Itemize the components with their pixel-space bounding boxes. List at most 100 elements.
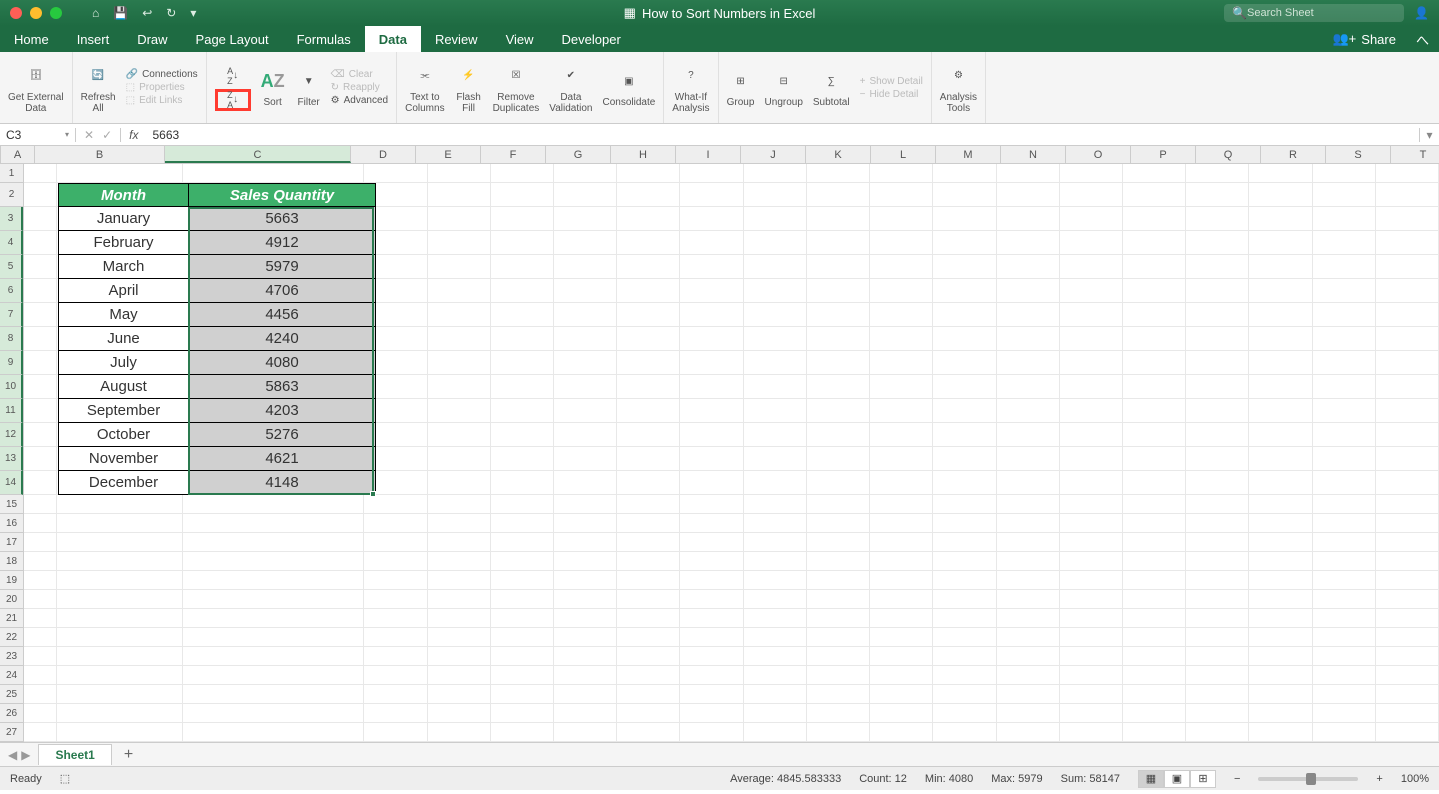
row-header-27[interactable]: 27 — [0, 723, 23, 742]
whatif-button[interactable]: ?What-If Analysis — [672, 62, 709, 114]
column-header-H[interactable]: H — [611, 146, 676, 163]
row-header-18[interactable]: 18 — [0, 552, 23, 571]
row-header-22[interactable]: 22 — [0, 628, 23, 647]
row-header-4[interactable]: 4 — [0, 231, 23, 255]
redo-icon[interactable]: ↻ — [166, 6, 176, 20]
sort-ascending-button[interactable]: AZ↓ — [215, 65, 251, 87]
tab-review[interactable]: Review — [421, 26, 492, 52]
collapse-ribbon-icon[interactable]: へ — [1406, 26, 1439, 52]
row-header-3[interactable]: 3 — [0, 207, 23, 231]
filter-button[interactable]: ▼ Filter — [295, 67, 323, 108]
cancel-formula-icon[interactable]: ✕ — [84, 128, 94, 142]
share-button[interactable]: 👥+ Share — [1323, 26, 1406, 52]
row-header-24[interactable]: 24 — [0, 666, 23, 685]
row-header-15[interactable]: 15 — [0, 495, 23, 514]
column-header-Q[interactable]: Q — [1196, 146, 1261, 163]
sheet-tab-sheet1[interactable]: Sheet1 — [38, 744, 111, 765]
row-header-17[interactable]: 17 — [0, 533, 23, 552]
minimize-window-icon[interactable] — [30, 7, 42, 19]
column-header-A[interactable]: A — [1, 146, 35, 163]
namebox-dropdown-icon[interactable]: ▾ — [65, 130, 69, 139]
cell-qty[interactable]: 4240 — [189, 327, 375, 350]
tab-data[interactable]: Data — [365, 26, 421, 52]
formula-input[interactable]: 5663 — [146, 128, 1419, 142]
column-header-R[interactable]: R — [1261, 146, 1326, 163]
tab-page-layout[interactable]: Page Layout — [182, 26, 283, 52]
search-sheet-box[interactable]: 🔍 — [1224, 4, 1404, 22]
text-to-columns-button[interactable]: ⫘Text to Columns — [405, 62, 444, 114]
save-icon[interactable]: 💾 — [113, 6, 128, 20]
cell-qty[interactable]: 5276 — [189, 423, 375, 446]
row-header-10[interactable]: 10 — [0, 375, 23, 399]
sheet-nav-prev-icon[interactable]: ◀ — [8, 748, 17, 762]
column-header-B[interactable]: B — [35, 146, 165, 163]
spreadsheet-grid[interactable]: ABCDEFGHIJKLMNOPQRST 1234567891011121314… — [0, 146, 1439, 742]
analysis-tools-button[interactable]: ⚙Analysis Tools — [940, 62, 977, 114]
cell-month[interactable]: March — [59, 255, 189, 278]
row-header-16[interactable]: 16 — [0, 514, 23, 533]
row-header-2[interactable]: 2 — [0, 183, 23, 207]
qat-more-icon[interactable]: ▾ — [190, 6, 196, 20]
zoom-slider[interactable] — [1258, 777, 1358, 781]
clear-filter-button[interactable]: ⌫Clear — [331, 69, 373, 80]
row-header-23[interactable]: 23 — [0, 647, 23, 666]
close-window-icon[interactable] — [10, 7, 22, 19]
cell-month[interactable]: September — [59, 399, 189, 422]
column-header-I[interactable]: I — [676, 146, 741, 163]
column-header-E[interactable]: E — [416, 146, 481, 163]
cell-qty[interactable]: 4080 — [189, 351, 375, 374]
row-header-26[interactable]: 26 — [0, 704, 23, 723]
tab-developer[interactable]: Developer — [548, 26, 635, 52]
column-header-S[interactable]: S — [1326, 146, 1391, 163]
normal-view-button[interactable]: ▦ — [1138, 770, 1164, 788]
cell-qty[interactable]: 5863 — [189, 375, 375, 398]
tab-formulas[interactable]: Formulas — [283, 26, 365, 52]
cell-qty[interactable]: 4912 — [189, 231, 375, 254]
search-input[interactable] — [1247, 7, 1396, 19]
cell-month[interactable]: November — [59, 447, 189, 470]
advanced-filter-button[interactable]: ⚙Advanced — [331, 95, 388, 106]
column-header-F[interactable]: F — [481, 146, 546, 163]
row-header-14[interactable]: 14 — [0, 471, 23, 495]
cell-qty[interactable]: 4203 — [189, 399, 375, 422]
row-header-7[interactable]: 7 — [0, 303, 23, 327]
column-header-K[interactable]: K — [806, 146, 871, 163]
zoom-in-button[interactable]: + — [1376, 773, 1382, 785]
row-header-13[interactable]: 13 — [0, 447, 23, 471]
cell-qty[interactable]: 5663 — [189, 207, 375, 230]
tab-draw[interactable]: Draw — [123, 26, 181, 52]
data-validation-button[interactable]: ✔Data Validation — [549, 62, 592, 114]
add-sheet-button[interactable]: + — [112, 746, 145, 764]
cell-month[interactable]: April — [59, 279, 189, 302]
expand-formula-bar-icon[interactable]: ▾ — [1419, 128, 1439, 142]
sheet-nav-next-icon[interactable]: ▶ — [21, 748, 30, 762]
show-detail-button[interactable]: +Show Detail — [860, 76, 923, 87]
page-break-view-button[interactable]: ⊞ — [1190, 770, 1216, 788]
cell-month[interactable]: June — [59, 327, 189, 350]
row-header-25[interactable]: 25 — [0, 685, 23, 704]
row-header-21[interactable]: 21 — [0, 609, 23, 628]
cell-month[interactable]: July — [59, 351, 189, 374]
properties-button[interactable]: ⬚Properties — [126, 82, 185, 93]
macro-record-icon[interactable]: ⬚ — [60, 772, 70, 785]
cell-month[interactable]: October — [59, 423, 189, 446]
cell-month[interactable]: August — [59, 375, 189, 398]
tab-home[interactable]: Home — [0, 26, 63, 52]
enter-formula-icon[interactable]: ✓ — [102, 128, 112, 142]
column-header-D[interactable]: D — [351, 146, 416, 163]
user-icon[interactable]: 👤 — [1414, 6, 1429, 20]
sort-button[interactable]: AZ Sort — [259, 67, 287, 108]
cell-qty[interactable]: 4148 — [189, 471, 375, 494]
row-header-1[interactable]: 1 — [0, 164, 23, 183]
row-header-20[interactable]: 20 — [0, 590, 23, 609]
row-header-12[interactable]: 12 — [0, 423, 23, 447]
cell-qty[interactable]: 4621 — [189, 447, 375, 470]
hide-detail-button[interactable]: −Hide Detail — [860, 89, 919, 100]
cells-area[interactable]: Month Sales Quantity January5663February… — [24, 164, 1439, 742]
zoom-out-button[interactable]: − — [1234, 773, 1240, 785]
ungroup-button[interactable]: ⊟Ungroup — [765, 67, 803, 108]
cell-month[interactable]: May — [59, 303, 189, 326]
connections-button[interactable]: 🔗Connections — [126, 69, 198, 80]
cell-month[interactable]: February — [59, 231, 189, 254]
home-icon[interactable]: ⌂ — [92, 6, 99, 20]
